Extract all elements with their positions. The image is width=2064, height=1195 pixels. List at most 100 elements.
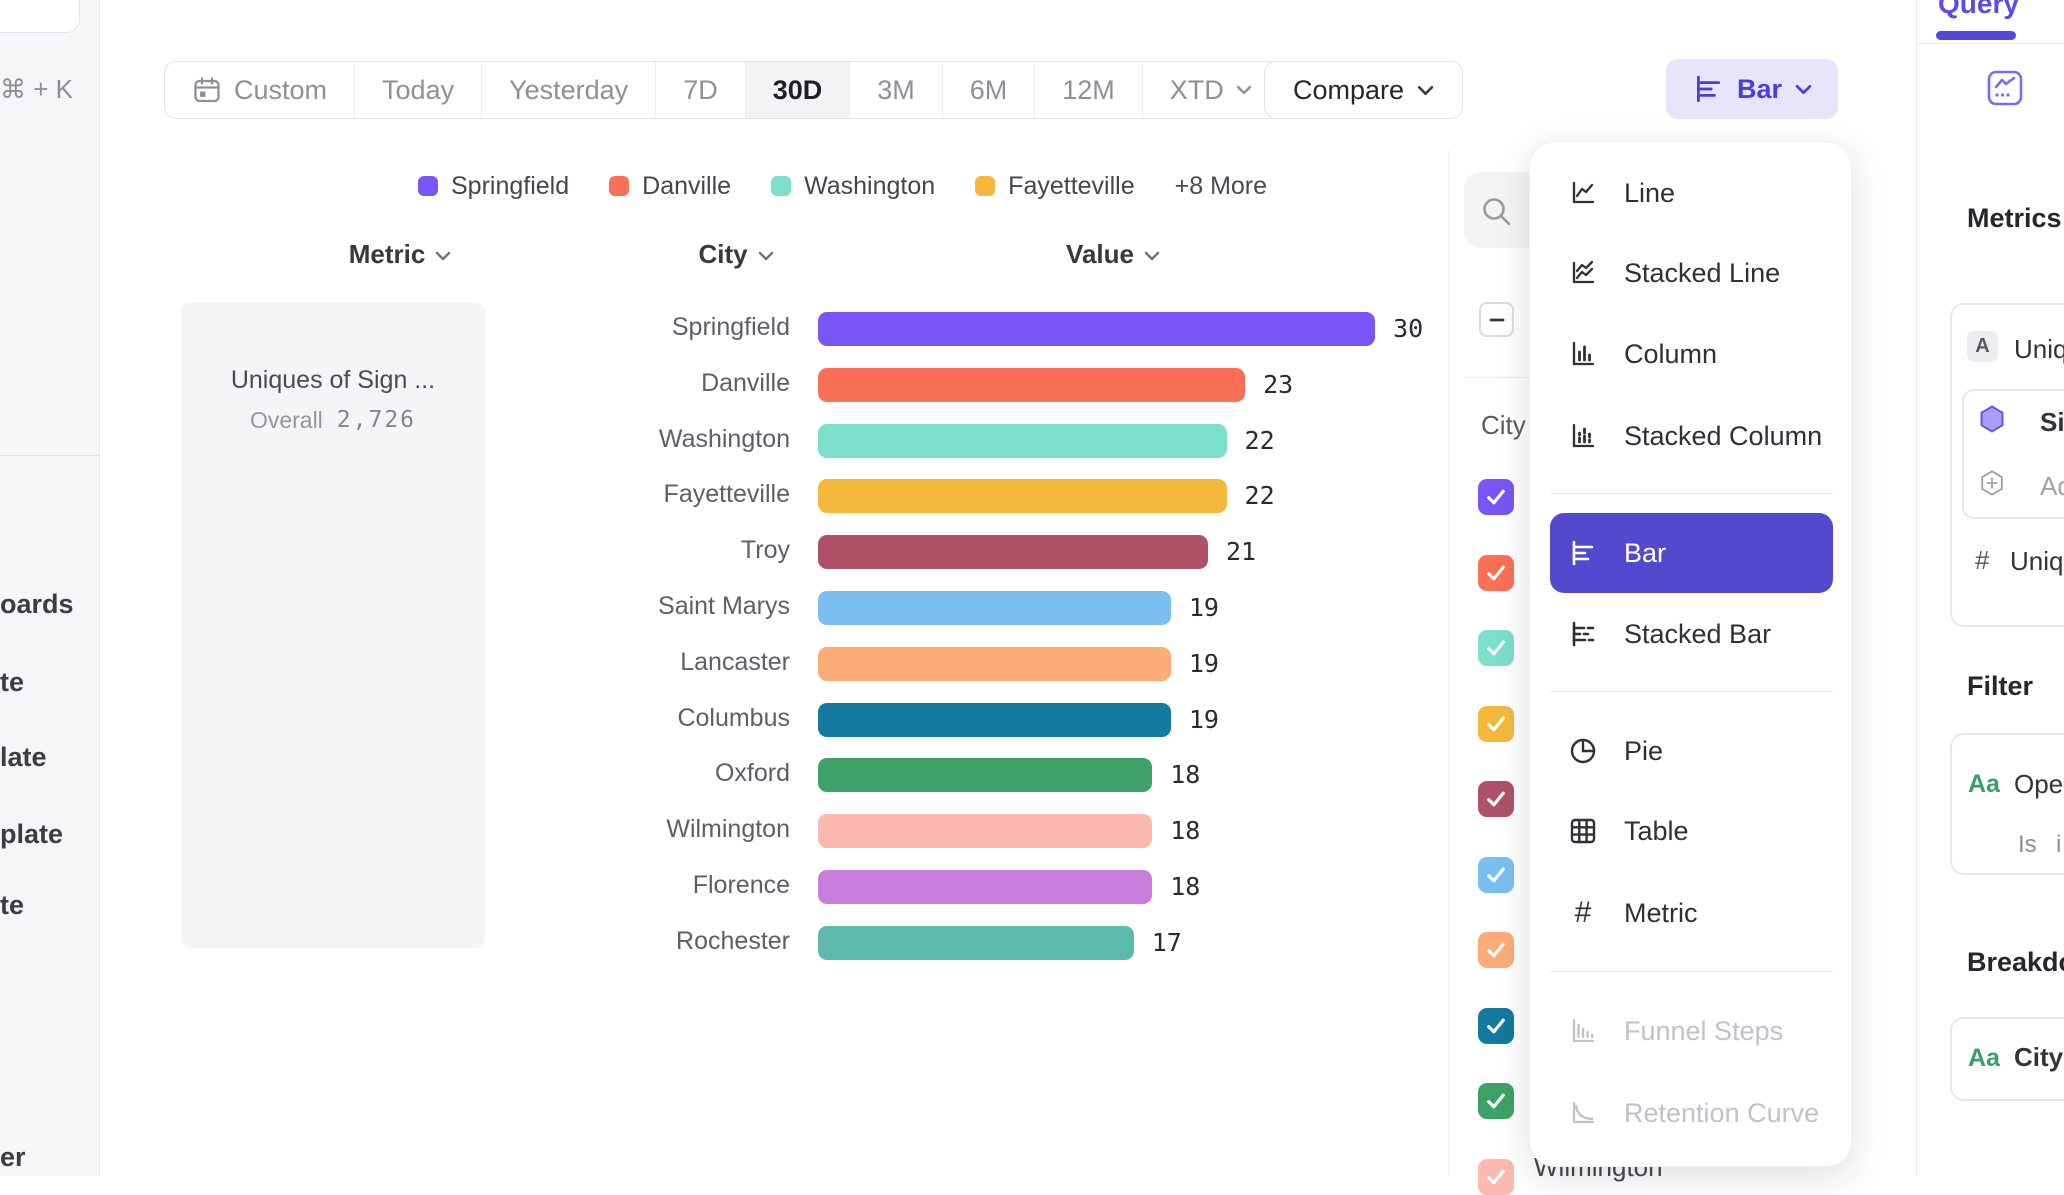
- filter-row-label[interactable]: Ope: [2014, 769, 2063, 800]
- chevron-down-icon: [1144, 251, 1160, 261]
- check-icon: [1483, 484, 1509, 510]
- tab-query[interactable]: Query: [1938, 0, 2019, 20]
- bar[interactable]: [818, 758, 1152, 792]
- menu-item-column[interactable]: Column: [1550, 322, 1833, 386]
- insights-chart-icon[interactable]: [1987, 70, 2023, 106]
- menu-item-metric[interactable]: # Metric: [1550, 881, 1833, 945]
- breakdown-heading: Breakdo: [1967, 947, 2064, 978]
- column-header-metric[interactable]: Metric: [300, 239, 500, 269]
- bar[interactable]: [818, 312, 1375, 346]
- pie-chart-icon: [1568, 736, 1598, 766]
- date-range-12m[interactable]: 12M: [1034, 62, 1142, 118]
- filter-operator[interactable]: Is: [2018, 831, 2037, 859]
- menu-item-funnel-steps: Funnel Steps: [1550, 999, 1833, 1063]
- bar-label: Springfield: [500, 313, 790, 342]
- hash-row-label[interactable]: Uniqu: [2010, 546, 2064, 577]
- date-range-3m[interactable]: 3M: [849, 62, 942, 118]
- bar[interactable]: [818, 814, 1152, 848]
- bar-label: Washington: [500, 425, 790, 454]
- menu-item-line[interactable]: Line: [1550, 161, 1833, 225]
- bar[interactable]: [818, 926, 1134, 960]
- date-range-7d[interactable]: 7D: [655, 62, 745, 118]
- date-range-label: 3M: [877, 75, 915, 106]
- bar-value: 21: [1226, 537, 1256, 566]
- legend-more-button[interactable]: +8 More: [1175, 172, 1267, 201]
- city-checkbox[interactable]: [1478, 781, 1514, 817]
- chart-row: Saint Marys 19: [0, 580, 1464, 636]
- menu-item-stacked-column[interactable]: Stacked Column: [1550, 404, 1833, 468]
- panel-divider: [1448, 150, 1449, 1176]
- menu-item-pie[interactable]: Pie: [1550, 719, 1833, 783]
- bar[interactable]: [818, 368, 1245, 402]
- chart-row: Florence 18: [0, 859, 1464, 915]
- bar-value: 18: [1170, 872, 1200, 901]
- bar[interactable]: [818, 479, 1227, 513]
- hash-icon: #: [1568, 898, 1598, 928]
- menu-item-bar[interactable]: Bar: [1550, 513, 1833, 593]
- chart-type-button[interactable]: Bar: [1666, 59, 1838, 119]
- chart-type-label: Bar: [1737, 74, 1782, 105]
- bar[interactable]: [818, 870, 1152, 904]
- date-range-label: Custom: [234, 75, 327, 106]
- chart-row: Troy 21: [0, 524, 1464, 580]
- city-checkbox[interactable]: [1478, 706, 1514, 742]
- sidebar-search-box[interactable]: [0, 0, 80, 33]
- breakdown-row-label[interactable]: City: [2014, 1042, 2063, 1073]
- add-event-hexagon-icon: [1978, 469, 2006, 497]
- select-all-checkbox-indeterminate[interactable]: [1479, 302, 1514, 337]
- date-range-custom[interactable]: Custom: [165, 62, 354, 118]
- date-range-30d[interactable]: 30D: [745, 62, 850, 118]
- metric-row-label[interactable]: Uniqu: [2014, 334, 2064, 365]
- legend-item[interactable]: Fayetteville: [975, 172, 1134, 201]
- legend-item[interactable]: Washington: [771, 172, 935, 201]
- city-checkbox[interactable]: [1478, 1083, 1514, 1119]
- city-checkbox[interactable]: [1478, 857, 1514, 893]
- retention-curve-icon: [1568, 1098, 1598, 1128]
- menu-item-table[interactable]: Table: [1550, 799, 1833, 863]
- legend-item[interactable]: Danville: [609, 172, 731, 201]
- menu-item-stacked-bar[interactable]: Stacked Bar: [1550, 602, 1833, 666]
- column-header-value[interactable]: Value: [1013, 239, 1213, 269]
- property-type-badge: Aa: [1968, 770, 2000, 799]
- date-range-today[interactable]: Today: [354, 62, 481, 118]
- date-range-yesterday[interactable]: Yesterday: [481, 62, 655, 118]
- check-icon: [1483, 635, 1509, 661]
- bar[interactable]: [818, 591, 1171, 625]
- date-range-label: 7D: [683, 75, 718, 106]
- menu-item-label: Line: [1624, 178, 1675, 209]
- bar[interactable]: [818, 703, 1171, 737]
- city-checkbox[interactable]: [1478, 479, 1514, 515]
- date-range-label: XTD: [1170, 75, 1224, 106]
- city-checkbox[interactable]: [1478, 1008, 1514, 1044]
- stacked-bar-chart-icon: [1568, 619, 1598, 649]
- check-icon: [1483, 560, 1509, 586]
- city-checkbox[interactable]: [1478, 1159, 1514, 1195]
- legend-item[interactable]: Springfield: [418, 172, 569, 201]
- city-checkbox[interactable]: [1478, 932, 1514, 968]
- compare-button[interactable]: Compare: [1264, 61, 1463, 119]
- chart-type-menu: Line Stacked Line Column Stacked Column …: [1529, 141, 1852, 1167]
- column-header-city[interactable]: City: [636, 239, 836, 269]
- date-range-6m[interactable]: 6M: [942, 62, 1035, 118]
- bar[interactable]: [818, 647, 1171, 681]
- city-checkbox[interactable]: [1478, 630, 1514, 666]
- sidebar-item-5[interactable]: er: [0, 1142, 26, 1173]
- bar-label: Wilmington: [500, 815, 790, 844]
- bar-label: Saint Marys: [500, 592, 790, 621]
- bar[interactable]: [818, 535, 1208, 569]
- date-range-label: 30D: [773, 75, 823, 106]
- menu-item-stacked-line[interactable]: Stacked Line: [1550, 241, 1833, 305]
- chart-row: Wilmington 18: [0, 803, 1464, 859]
- chart-row: Springfield 30: [0, 301, 1464, 357]
- date-range-xtd[interactable]: XTD: [1142, 62, 1279, 118]
- panel-header-divider: [1916, 43, 2064, 44]
- chevron-down-icon: [1236, 85, 1252, 95]
- bar-value: 23: [1263, 370, 1293, 399]
- filter-value[interactable]: i: [2056, 831, 2061, 859]
- add-event-label[interactable]: Ad: [2040, 471, 2064, 502]
- city-checkbox[interactable]: [1478, 555, 1514, 591]
- bar[interactable]: [818, 424, 1227, 458]
- event-row-label[interactable]: Sig: [2040, 407, 2064, 438]
- minus-icon: [1487, 310, 1507, 330]
- menu-item-label: Table: [1624, 816, 1689, 847]
